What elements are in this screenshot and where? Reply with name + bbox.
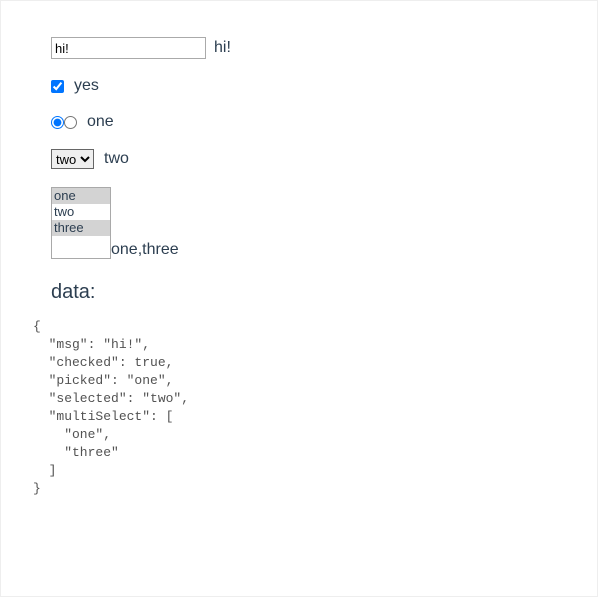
radio-echo: one	[87, 113, 114, 131]
data-dump: { "msg": "hi!", "checked": true, "picked…	[23, 318, 575, 498]
msg-echo: hi!	[214, 39, 231, 57]
msg-input[interactable]	[51, 37, 206, 59]
demo-panel: hi! yes one two two one two three one,th…	[0, 0, 598, 597]
multi-option-two[interactable]: two	[52, 204, 110, 220]
text-row: hi!	[51, 37, 575, 59]
content-area: hi! yes one two two one two three one,th…	[23, 37, 575, 304]
yes-checkbox[interactable]	[51, 80, 64, 93]
radio-row: one	[51, 113, 575, 131]
multi-select[interactable]: one two three	[51, 187, 111, 259]
checkbox-row: yes	[51, 77, 575, 95]
radio-two[interactable]	[64, 116, 77, 129]
multi-option-three[interactable]: three	[52, 220, 110, 236]
radio-one[interactable]	[51, 116, 64, 129]
select-echo: two	[104, 150, 129, 168]
multi-echo: one,three	[111, 241, 179, 259]
data-heading: data:	[51, 281, 575, 304]
multiselect-row: one two three one,three	[51, 187, 575, 259]
checkbox-label: yes	[74, 77, 99, 95]
single-select[interactable]: two	[51, 149, 94, 169]
select-row: two two	[51, 149, 575, 169]
multi-option-one[interactable]: one	[52, 188, 110, 204]
